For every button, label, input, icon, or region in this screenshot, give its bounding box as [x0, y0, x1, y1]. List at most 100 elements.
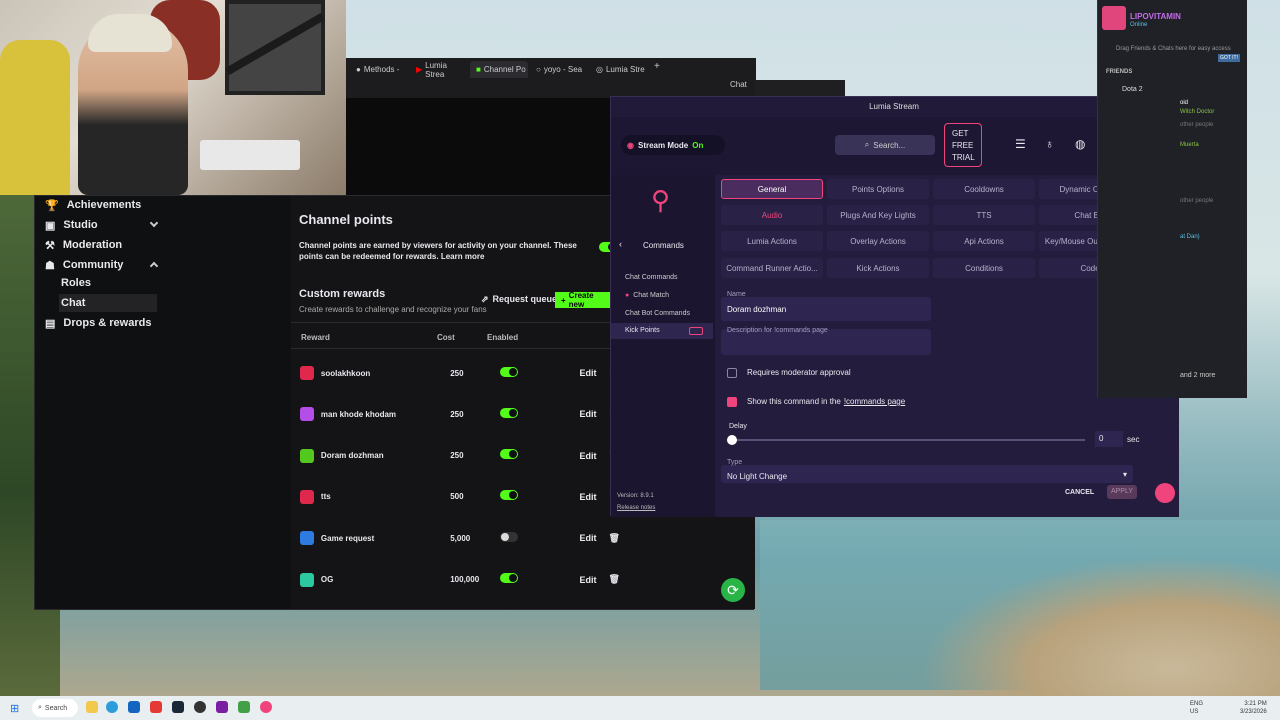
reward-enabled-toggle[interactable]	[499, 531, 518, 542]
sidebar-item-achievements[interactable]: 🏆 Achievements	[45, 196, 157, 214]
reward-enabled-toggle[interactable]	[499, 449, 518, 460]
browser-tab-active[interactable]: ■ Channel Po	[470, 61, 528, 78]
chat-support-icon[interactable]	[1155, 483, 1175, 503]
edge-icon[interactable]	[106, 701, 118, 713]
search-icon: ⌕	[864, 140, 870, 149]
github-icon: ●	[356, 65, 361, 74]
stream-mode-toggle[interactable]: ◉ Stream Mode On	[621, 135, 725, 155]
language-indicator[interactable]: ENG US	[1190, 700, 1203, 716]
got-it-button[interactable]: GOT IT!	[1218, 54, 1240, 62]
edit-button[interactable]: Edit	[580, 409, 597, 419]
reward-enabled-toggle[interactable]	[499, 573, 518, 583]
description-field[interactable]: Description for !commands page	[721, 327, 931, 355]
trash-icon[interactable]: 🗑	[609, 574, 620, 585]
show-command-checkbox[interactable]	[727, 397, 737, 407]
reward-enabled-toggle[interactable]	[499, 490, 518, 501]
type-select[interactable]: Type No Light Change ▾	[721, 459, 1133, 483]
tab-lumia-actions[interactable]: Lumia Actions	[721, 231, 823, 251]
app-icon[interactable]	[238, 701, 250, 713]
browser-tab[interactable]: ▶ Lumia Strea	[410, 61, 468, 79]
name-field[interactable]: Name Doram dozhman	[721, 291, 931, 321]
search-placeholder: Search...	[873, 140, 906, 150]
avatar	[1102, 6, 1126, 30]
reward-icon	[300, 366, 314, 380]
custom-rewards-title: Custom rewards	[299, 288, 386, 300]
release-notes-link[interactable]: Release notes	[617, 505, 655, 511]
sliders-icon[interactable]: ☰	[1015, 137, 1026, 151]
requires-mod-checkbox[interactable]	[727, 368, 737, 378]
cancel-button[interactable]: CANCEL	[1065, 489, 1094, 496]
edit-button[interactable]: Edit	[580, 451, 597, 461]
delay-input[interactable]: 0	[1095, 431, 1123, 447]
taskbar-search[interactable]: ⌕ Search	[32, 699, 78, 717]
tab-command-runner-actio[interactable]: Command Runner Actio...	[721, 258, 823, 278]
support-chat-icon[interactable]: ⟳	[721, 578, 745, 602]
friend-partial: other people	[1180, 122, 1214, 128]
reward-enabled-toggle[interactable]	[499, 407, 518, 418]
steam-icon[interactable]	[172, 701, 184, 713]
reward-enabled-toggle[interactable]	[499, 366, 518, 377]
tab-tts[interactable]: TTS	[933, 205, 1035, 225]
request-queue-button[interactable]: ⇗ Request queue	[481, 294, 557, 305]
friends-username: LIPOVITAMIN	[1130, 12, 1181, 21]
reward-icon	[300, 531, 314, 546]
delay-slider[interactable]	[727, 435, 1085, 445]
tab-points-options[interactable]: Points Options	[827, 179, 929, 199]
sidebar-item-roles[interactable]: Roles	[61, 274, 91, 292]
search-input[interactable]: ⌕ Search...	[835, 135, 935, 155]
new-tab-icon[interactable]: +	[654, 61, 660, 72]
apply-button[interactable]: APPLY	[1107, 485, 1137, 499]
lumia-stream-window: Lumia Stream ⌄ – ▢ ✕ ◉ Stream Mode On ⌕S…	[610, 96, 1179, 517]
edit-button[interactable]: Edit	[580, 492, 597, 502]
browser-tab[interactable]: ○ yoyo - Sea	[530, 61, 588, 78]
free-trial-line: FREE	[952, 141, 974, 150]
tab-plugs-and-key-lights[interactable]: Plugs And Key Lights	[827, 205, 929, 225]
date-label: 3/23/2026	[1240, 709, 1267, 715]
name-value: Doram dozhman	[727, 305, 787, 314]
webcam-feed	[0, 0, 346, 195]
create-new-button[interactable]: + Create new	[555, 292, 611, 308]
sidebar-item-moderation[interactable]: ⚒ Moderation	[45, 236, 157, 254]
windows-start-icon[interactable]: ⊞	[10, 702, 19, 715]
lumia-taskbar-icon[interactable]	[260, 701, 272, 713]
obs-icon[interactable]	[194, 701, 206, 713]
app-icon[interactable]	[150, 701, 162, 713]
tab-cooldowns[interactable]: Cooldowns	[933, 179, 1035, 199]
edit-button[interactable]: Edit	[580, 575, 597, 585]
clock[interactable]: 3:21 PM 3/23/2026	[1240, 700, 1267, 716]
reward-cost: 250	[450, 368, 464, 378]
nav-item-chat-match[interactable]: ● Chat Match	[625, 292, 669, 299]
nav-item-kick-points[interactable]: Kick Points	[611, 323, 713, 339]
tab-api-actions[interactable]: Api Actions	[933, 231, 1035, 251]
app-icon[interactable]	[216, 701, 228, 713]
slider-handle[interactable]	[727, 435, 737, 445]
browser-tab[interactable]: ● Methods -	[350, 61, 408, 78]
browser-tab[interactable]: ◎ Lumia Stre	[590, 61, 648, 78]
edit-button[interactable]: Edit	[580, 533, 597, 543]
tab-conditions[interactable]: Conditions	[933, 258, 1035, 278]
free-trial-button[interactable]: GET FREE TRIAL	[944, 123, 982, 167]
nav-item-chat-bot-commands[interactable]: Chat Bot Commands	[625, 310, 690, 317]
tab-overlay-actions[interactable]: Overlay Actions	[827, 231, 929, 251]
commands-page-link[interactable]: !commands page	[844, 397, 905, 406]
sidebar-item-studio[interactable]: ▣ Studio	[45, 216, 159, 234]
palette-icon[interactable]: ◍	[1075, 137, 1085, 151]
tab-audio[interactable]: Audio	[721, 205, 823, 225]
file-explorer-icon[interactable]	[86, 701, 98, 713]
reward-icon	[300, 448, 314, 463]
sidebar-item-drops[interactable]: ▤ Drops & rewards	[45, 314, 157, 332]
tab-general[interactable]: General	[721, 179, 823, 199]
edit-button[interactable]: Edit	[580, 368, 597, 378]
kick-sidebar: 🏆 Achievements ▣ Studio ⚒ Moderation ☗ Commu…	[35, 196, 291, 609]
sidebar-item-community[interactable]: ☗ Community	[45, 256, 159, 274]
nav-item-chat-commands[interactable]: Chat Commands	[625, 274, 678, 281]
trash-icon[interactable]: 🗑	[609, 533, 620, 544]
lightbulb-icon[interactable]: ♁	[1045, 137, 1054, 151]
sidebar-item-chat[interactable]: Chat	[59, 294, 157, 312]
back-arrow-icon[interactable]: ‹	[619, 239, 622, 249]
copilot-chat-label[interactable]: Chat	[730, 80, 747, 89]
tab-kick-actions[interactable]: Kick Actions	[827, 258, 929, 278]
friends-more[interactable]: and 2 more	[1180, 372, 1215, 379]
stream-mode-label: Stream Mode	[637, 140, 689, 150]
store-icon[interactable]	[128, 701, 140, 713]
